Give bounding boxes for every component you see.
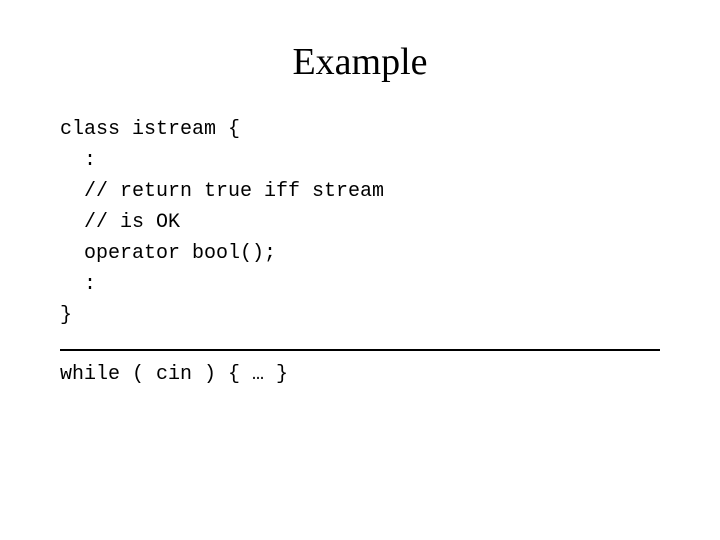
code-block: class istream { : // return true iff str… (60, 114, 660, 331)
slide-container: Example class istream { : // return true… (0, 0, 720, 540)
slide-title: Example (292, 40, 427, 84)
code-line-5: operator bool(); (60, 238, 660, 269)
code-line-2: : (60, 145, 660, 176)
code-line-7: } (60, 300, 660, 331)
code-line-3: // return true iff stream (60, 176, 660, 207)
while-line: while ( cin ) { … } (60, 363, 288, 386)
code-line-1: class istream { (60, 114, 660, 145)
horizontal-divider (60, 349, 660, 351)
code-line-6: : (60, 269, 660, 300)
code-line-4: // is OK (60, 207, 660, 238)
